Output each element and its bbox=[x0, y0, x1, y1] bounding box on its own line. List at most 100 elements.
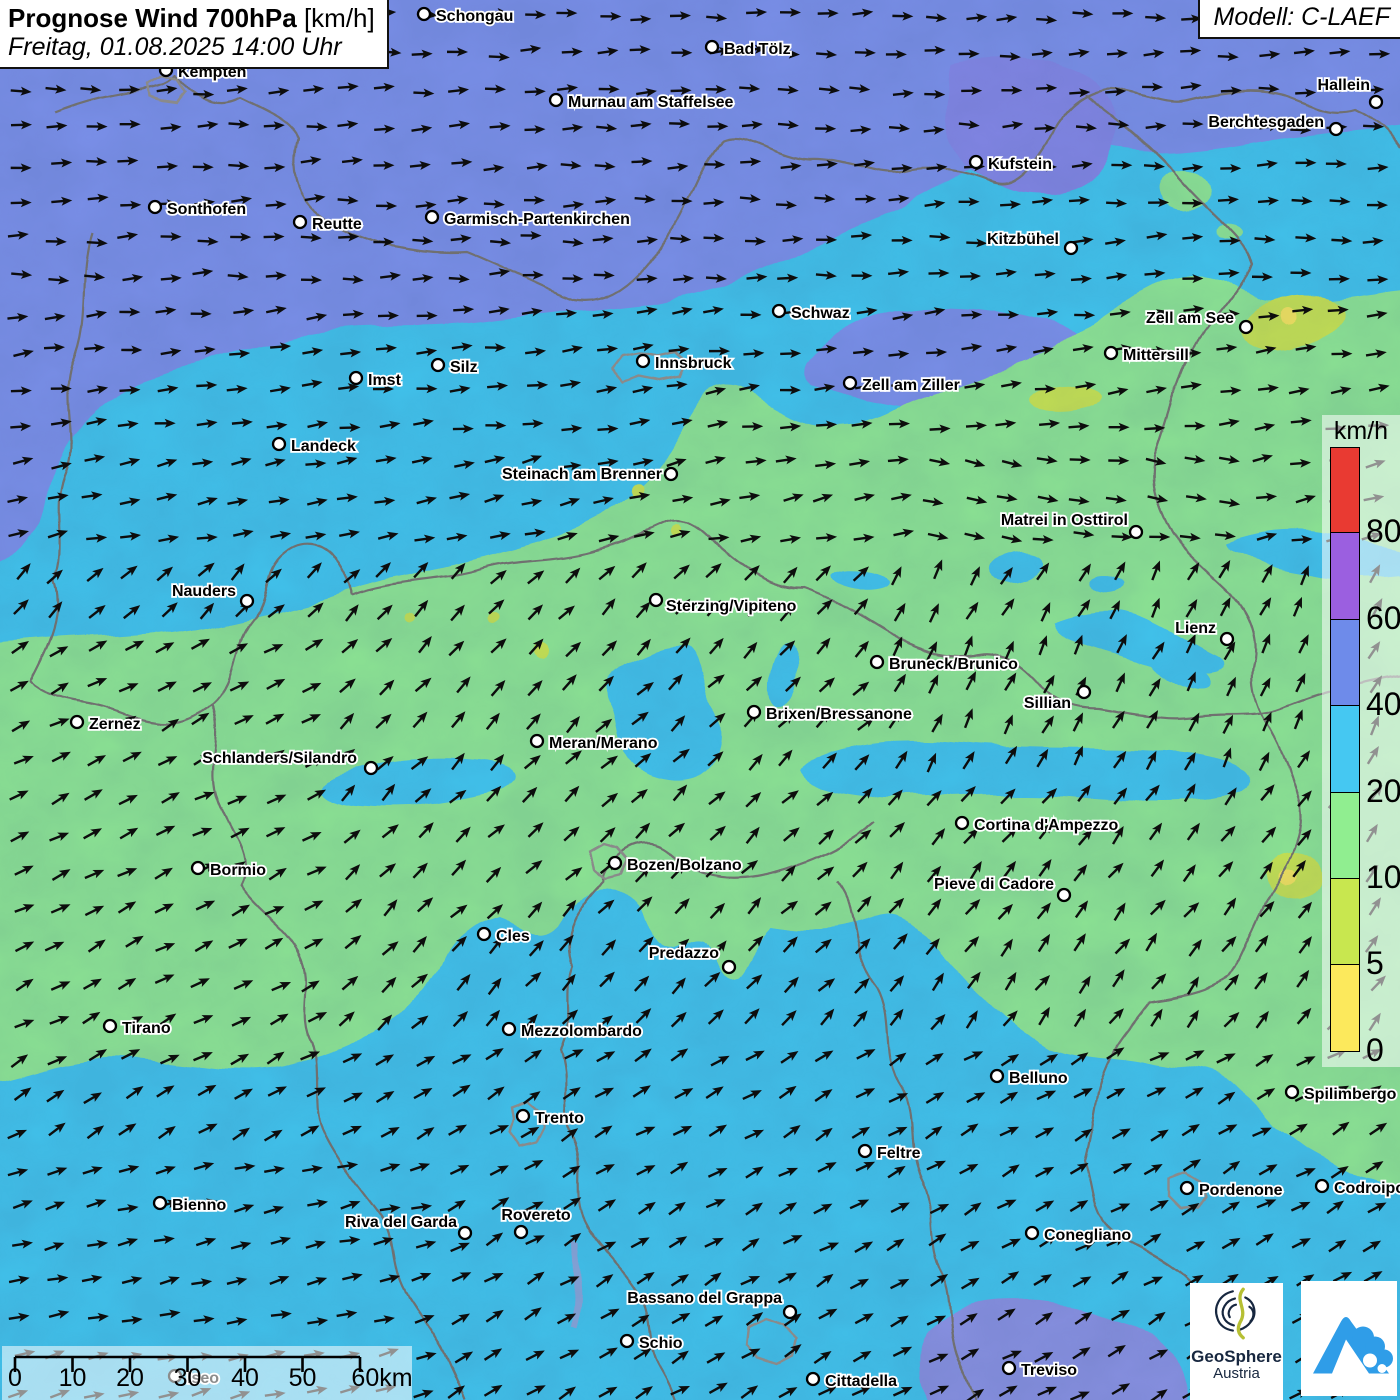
scale-label: 20 bbox=[116, 1364, 144, 1393]
city-marker: Brixen/Bressanone bbox=[748, 706, 912, 723]
city-label: Zernez bbox=[89, 716, 141, 733]
city-label: Bassano del Grappa bbox=[627, 1290, 782, 1307]
city-label: Landeck bbox=[291, 438, 356, 455]
scale-label: 10 bbox=[59, 1364, 87, 1393]
wind-forecast-map-page: SchongauBad TölzKemptenMurnau am Staffel… bbox=[0, 0, 1400, 1400]
scale-label: 30 bbox=[174, 1364, 202, 1393]
city-label: Treviso bbox=[1021, 1362, 1077, 1379]
city-label: Lienz bbox=[1175, 620, 1216, 637]
legend-value: 20 bbox=[1366, 773, 1400, 810]
legend-value: 40 bbox=[1366, 686, 1400, 723]
scale-label: 40 bbox=[231, 1364, 259, 1393]
city-marker: Cortina d'Ampezzo bbox=[956, 817, 1118, 834]
city-marker: Zell am Ziller bbox=[844, 377, 960, 394]
city-label: Kufstein bbox=[988, 156, 1052, 173]
city-label: Brixen/Bressanone bbox=[766, 706, 912, 723]
legend-segment bbox=[1330, 447, 1360, 533]
city-label: Berchtesgaden bbox=[1208, 114, 1324, 131]
city-label: Schwaz bbox=[791, 305, 850, 322]
city-label: Schlanders/Silandro bbox=[202, 750, 357, 767]
scale-label: 60km bbox=[351, 1364, 412, 1393]
city-label: Garmisch-Partenkirchen bbox=[444, 211, 630, 228]
city-label: Bormio bbox=[210, 862, 266, 879]
city-label: Sterzing/Vipiteno bbox=[666, 598, 797, 615]
title-text: Prognose Wind 700hPa bbox=[8, 3, 297, 33]
city-label: Codroipo bbox=[1334, 1180, 1400, 1197]
legend-segment bbox=[1330, 706, 1360, 792]
city-label: Schio bbox=[639, 1335, 683, 1352]
city-label: Cles bbox=[496, 928, 530, 945]
city-marker: Meran/Merano bbox=[531, 735, 658, 752]
geosphere-country: Austria bbox=[1190, 1366, 1283, 1383]
city-label: Zell am See bbox=[1146, 310, 1234, 327]
legend-segment bbox=[1330, 965, 1360, 1051]
scale-label: 50 bbox=[289, 1364, 317, 1393]
city-label: Bozen/Bolzano bbox=[627, 857, 742, 874]
city-label: Mezzolombardo bbox=[521, 1023, 642, 1040]
city-label: Cittadella bbox=[825, 1373, 897, 1390]
city-label: Kitzbühel bbox=[987, 231, 1059, 248]
city-label: Bruneck/Brunico bbox=[889, 656, 1018, 673]
mountain-cloud-icon bbox=[1301, 1281, 1397, 1396]
city-label: Matrei in Osttirol bbox=[1001, 512, 1128, 529]
city-label: Predazzo bbox=[649, 945, 719, 962]
city-label: Steinach am Brenner bbox=[502, 466, 662, 483]
legend-value: 0 bbox=[1366, 1032, 1384, 1069]
city-label: Riva del Garda bbox=[345, 1214, 457, 1231]
geosphere-contour-icon bbox=[1206, 1283, 1268, 1343]
city-label: Hallein bbox=[1318, 77, 1370, 94]
city-label: Schongau bbox=[436, 8, 513, 25]
city-label: Conegliano bbox=[1044, 1227, 1131, 1244]
city-label: Silz bbox=[450, 359, 478, 376]
distance-scale-bar: 0 10 20 30 40 50 60km bbox=[2, 1346, 412, 1400]
city-label: Reutte bbox=[312, 216, 362, 233]
title-box: Prognose Wind 700hPa [km/h] Freitag, 01.… bbox=[0, 0, 389, 69]
city-label: Mittersill bbox=[1123, 347, 1189, 364]
city-label: Belluno bbox=[1009, 1070, 1068, 1087]
city-label: Pordenone bbox=[1199, 1182, 1283, 1199]
page-title: Prognose Wind 700hPa [km/h] bbox=[8, 4, 375, 33]
city-label: Murnau am Staffelsee bbox=[568, 94, 733, 111]
legend-segment bbox=[1330, 533, 1360, 619]
legend-title: km/h bbox=[1322, 417, 1400, 446]
city-label: Bienno bbox=[172, 1197, 226, 1214]
partner-logo bbox=[1301, 1281, 1397, 1396]
city-marker: Sterzing/Vipiteno bbox=[650, 594, 797, 615]
city-marker: Bozen/Bolzano bbox=[609, 857, 742, 874]
legend-segment bbox=[1330, 879, 1360, 965]
city-label: Imst bbox=[368, 372, 402, 389]
city-label: Pieve di Cadore bbox=[934, 876, 1054, 893]
city-marker: Garmisch-Partenkirchen bbox=[426, 211, 630, 228]
legend-value: 5 bbox=[1366, 945, 1384, 982]
city-label: Sillian bbox=[1024, 695, 1071, 712]
city-label: Innsbruck bbox=[655, 355, 732, 372]
legend-segment bbox=[1330, 620, 1360, 706]
color-legend: km/h 80 60 40 20 10 5 0 bbox=[1322, 415, 1400, 1067]
legend-colorbar bbox=[1330, 447, 1360, 1052]
city-label: Rovereto bbox=[501, 1207, 571, 1224]
city-marker: Bruneck/Brunico bbox=[871, 656, 1018, 673]
city-label: Cortina d'Ampezzo bbox=[974, 817, 1118, 834]
legend-value: 10 bbox=[1366, 859, 1400, 896]
geosphere-logo: GeoSphere Austria bbox=[1190, 1283, 1283, 1400]
city-label: Bad Tölz bbox=[724, 41, 791, 58]
city-marker: Steinach am Brenner bbox=[502, 466, 677, 483]
city-label: Sonthofen bbox=[167, 201, 246, 218]
city-label: Zell am Ziller bbox=[862, 377, 960, 394]
city-label: Feltre bbox=[877, 1145, 921, 1162]
geosphere-wordmark: GeoSphere bbox=[1190, 1348, 1283, 1366]
city-label: Spilimbergo bbox=[1304, 1086, 1397, 1103]
city-label: Trento bbox=[535, 1110, 584, 1127]
city-label: Nauders bbox=[172, 583, 236, 600]
city-label: Tirano bbox=[122, 1020, 171, 1037]
scale-label: 0 bbox=[8, 1364, 22, 1393]
model-box: Modell: C-LAEF bbox=[1198, 0, 1400, 39]
legend-segment bbox=[1330, 793, 1360, 879]
wind-map-canvas: SchongauBad TölzKemptenMurnau am Staffel… bbox=[0, 0, 1400, 1400]
title-unit: [km/h] bbox=[304, 3, 375, 33]
forecast-datetime: Freitag, 01.08.2025 14:00 Uhr bbox=[8, 33, 375, 61]
city-label: Meran/Merano bbox=[549, 735, 658, 752]
city-marker: Murnau am Staffelsee bbox=[550, 94, 733, 111]
legend-value: 80 bbox=[1366, 513, 1400, 550]
legend-value: 60 bbox=[1366, 600, 1400, 637]
